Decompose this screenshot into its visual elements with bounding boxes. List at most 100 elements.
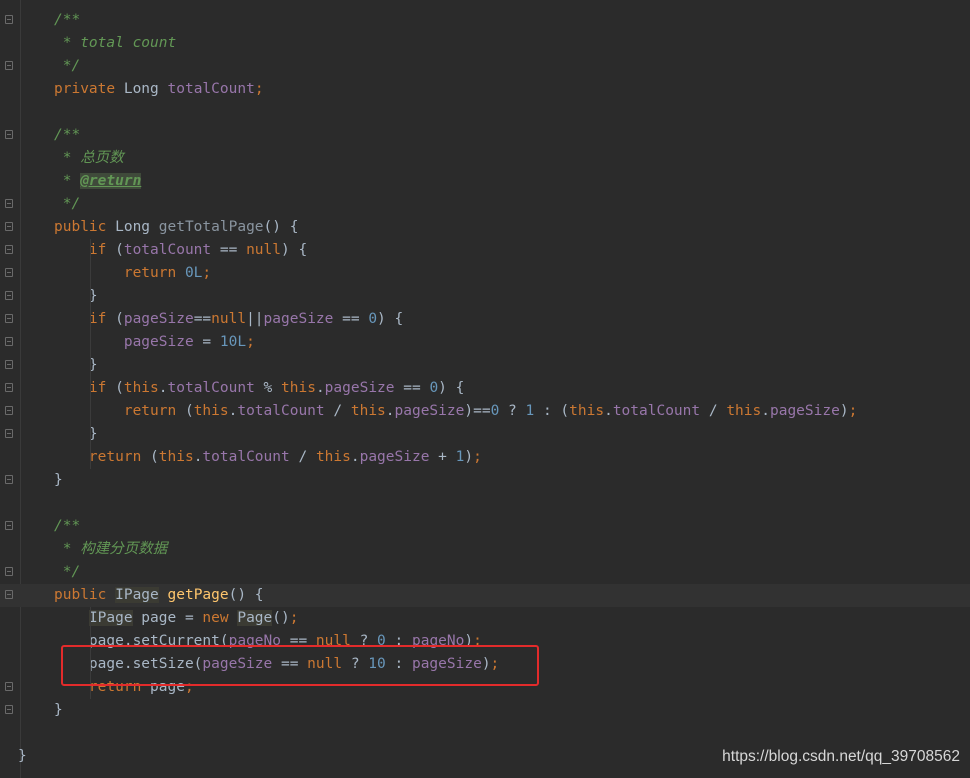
code-text: } bbox=[54, 469, 63, 492]
code-line[interactable]: } bbox=[0, 699, 970, 722]
fold-marker-icon[interactable] bbox=[5, 383, 13, 392]
code-line[interactable]: } bbox=[0, 469, 970, 492]
fold-marker-icon[interactable] bbox=[5, 682, 13, 691]
code-line[interactable]: if (pageSize==null||pageSize == 0) { bbox=[0, 308, 970, 331]
fold-marker-icon[interactable] bbox=[5, 130, 13, 139]
code-token: ; bbox=[289, 610, 299, 626]
code-editor[interactable]: /** * total count */ private Long totalCo… bbox=[0, 0, 970, 778]
code-token: totalCount bbox=[123, 242, 212, 258]
fold-marker-icon[interactable] bbox=[5, 475, 13, 484]
code-line[interactable] bbox=[0, 722, 970, 745]
code-token: / bbox=[324, 403, 351, 419]
code-token: 0L bbox=[184, 265, 203, 281]
fold-marker-icon[interactable] bbox=[5, 314, 13, 323]
fold-marker-icon[interactable] bbox=[5, 429, 13, 438]
watermark: https://blog.csdn.net/qq_39708562 bbox=[722, 748, 960, 765]
code-line[interactable]: /** bbox=[0, 515, 970, 538]
code-token: this bbox=[193, 403, 229, 419]
code-line[interactable]: * 总页数 bbox=[0, 147, 970, 170]
code-token: ; bbox=[254, 81, 264, 97]
code-token: this bbox=[123, 380, 159, 396]
code-line[interactable]: */ bbox=[0, 561, 970, 584]
code-token: 1 bbox=[525, 403, 535, 419]
code-line[interactable]: private Long totalCount; bbox=[0, 78, 970, 101]
code-line[interactable]: if (totalCount == null) { bbox=[0, 239, 970, 262]
code-token: || bbox=[246, 311, 264, 327]
code-token: return bbox=[54, 265, 185, 281]
code-line[interactable]: IPage page = new Page(); bbox=[0, 607, 970, 630]
code-text: */ bbox=[54, 561, 80, 584]
code-token: ( bbox=[115, 242, 124, 258]
code-line[interactable]: public Long getTotalPage() { bbox=[0, 216, 970, 239]
code-token: pageSize bbox=[394, 403, 465, 419]
code-line[interactable] bbox=[0, 101, 970, 124]
fold-marker-icon[interactable] bbox=[5, 567, 13, 576]
code-token: pageSize bbox=[769, 403, 840, 419]
code-line[interactable]: * 构建分页数据 bbox=[0, 538, 970, 561]
code-token: ? bbox=[499, 403, 526, 419]
code-token: ; bbox=[848, 403, 858, 419]
code-token: ; bbox=[202, 265, 212, 281]
code-line[interactable]: } bbox=[0, 285, 970, 308]
code-text: if (this.totalCount % this.pageSize == 0… bbox=[54, 377, 464, 400]
code-token: == bbox=[394, 380, 430, 396]
fold-marker-icon[interactable] bbox=[5, 521, 13, 530]
code-token: 0 bbox=[368, 311, 378, 327]
fold-marker-icon[interactable] bbox=[5, 705, 13, 714]
code-token: . bbox=[158, 380, 168, 396]
code-token: } bbox=[18, 748, 27, 764]
fold-marker-icon[interactable] bbox=[5, 291, 13, 300]
code-token: 0 bbox=[490, 403, 500, 419]
code-token: } bbox=[54, 288, 98, 304]
fold-marker-icon[interactable] bbox=[5, 222, 13, 231]
code-text: * 总页数 bbox=[54, 147, 124, 170]
fold-marker-icon[interactable] bbox=[5, 406, 13, 415]
code-line[interactable]: /** bbox=[0, 124, 970, 147]
fold-marker-icon[interactable] bbox=[5, 199, 13, 208]
code-line[interactable] bbox=[0, 492, 970, 515]
code-line[interactable]: return 0L; bbox=[0, 262, 970, 285]
code-token: Long bbox=[115, 219, 159, 235]
code-token: */ bbox=[54, 58, 81, 74]
code-line[interactable]: pageSize = 10L; bbox=[0, 331, 970, 354]
code-text: return 0L; bbox=[54, 262, 211, 285]
fold-marker-icon[interactable] bbox=[5, 15, 13, 24]
code-token: /** bbox=[54, 127, 81, 143]
fold-marker-icon[interactable] bbox=[5, 245, 13, 254]
fold-marker-icon[interactable] bbox=[5, 61, 13, 70]
code-line[interactable]: */ bbox=[0, 193, 970, 216]
code-line[interactable]: * total count bbox=[0, 32, 970, 55]
code-token: this bbox=[281, 380, 316, 396]
code-token: totalCount bbox=[237, 403, 325, 419]
code-line[interactable]: /** bbox=[0, 9, 970, 32]
code-token: if bbox=[54, 380, 116, 396]
code-token: page = bbox=[132, 610, 203, 626]
fold-marker-icon[interactable] bbox=[5, 360, 13, 369]
code-line[interactable]: if (this.totalCount % this.pageSize == 0… bbox=[0, 377, 970, 400]
code-text: return (this.totalCount / this.pageSize)… bbox=[54, 400, 857, 423]
code-token: () { bbox=[228, 587, 264, 603]
code-token: } bbox=[54, 702, 63, 718]
code-line[interactable]: return (this.totalCount / this.pageSize)… bbox=[0, 400, 970, 423]
code-token: . bbox=[350, 449, 360, 465]
code-token: null bbox=[211, 311, 247, 327]
code-token: } bbox=[54, 426, 98, 442]
code-line[interactable]: } bbox=[0, 423, 970, 446]
code-line[interactable]: * @return bbox=[0, 170, 970, 193]
code-line[interactable]: return (this.totalCount / this.pageSize … bbox=[0, 446, 970, 469]
code-line[interactable]: } bbox=[0, 354, 970, 377]
code-token: pageSize bbox=[359, 449, 430, 465]
fold-marker-icon[interactable] bbox=[5, 337, 13, 346]
code-token: public bbox=[54, 587, 116, 603]
code-text: private Long totalCount; bbox=[54, 78, 264, 101]
code-line[interactable]: public IPage getPage() { bbox=[0, 584, 970, 607]
fold-marker-icon[interactable] bbox=[5, 590, 13, 599]
code-token: ( bbox=[150, 449, 159, 465]
fold-marker-icon[interactable] bbox=[5, 268, 13, 277]
code-token: return bbox=[54, 449, 151, 465]
code-text: * 构建分页数据 bbox=[54, 538, 167, 561]
code-line[interactable]: */ bbox=[0, 55, 970, 78]
code-text: return (this.totalCount / this.pageSize … bbox=[54, 446, 482, 469]
code-token: getPage bbox=[167, 587, 229, 603]
